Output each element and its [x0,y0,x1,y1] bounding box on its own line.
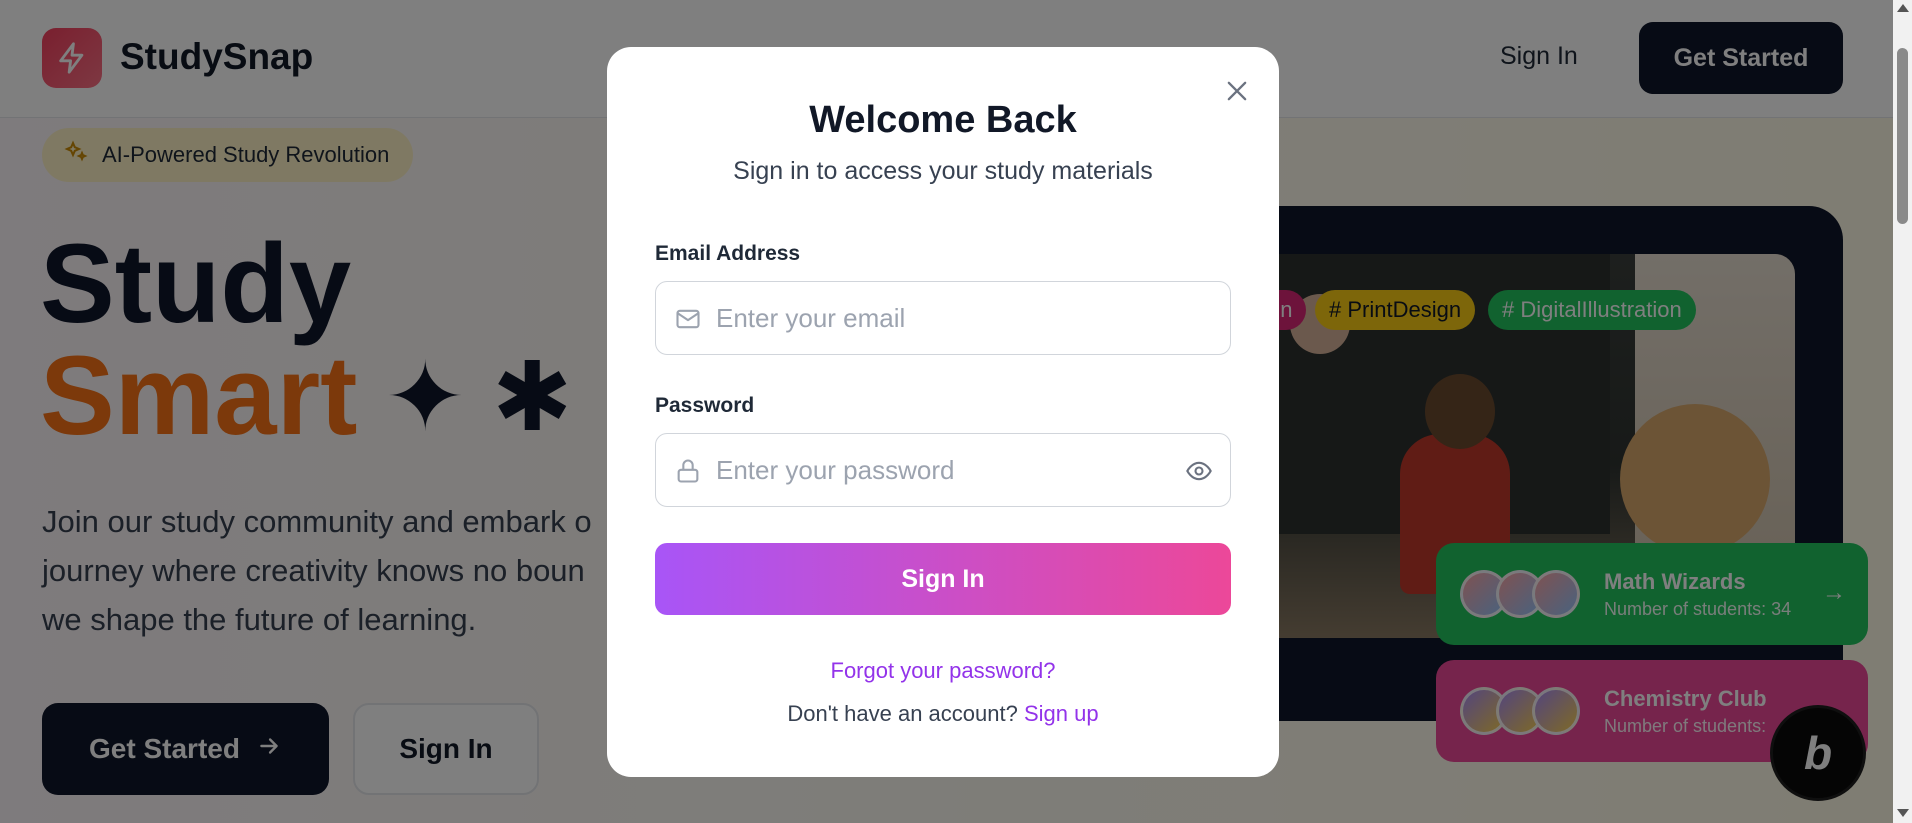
lock-icon [674,457,702,485]
eye-icon[interactable] [1184,457,1214,485]
scroll-up-arrow-icon[interactable] [1897,4,1909,12]
sign-up-link[interactable]: Sign up [1024,701,1099,726]
modal-subtitle: Sign in to access your study materials [733,157,1153,185]
email-label: Email Address [655,242,801,265]
page-scrollbar[interactable] [1893,0,1912,823]
email-field[interactable] [655,281,1231,355]
mail-icon [674,305,702,333]
forgot-password-link[interactable]: Forgot your password? [607,658,1279,684]
scroll-down-arrow-icon[interactable] [1897,809,1909,817]
signup-prompt: Don't have an account? Sign up [607,701,1279,727]
password-field[interactable] [655,433,1231,507]
email-input[interactable] [716,282,1156,354]
signup-prompt-text: Don't have an account? [787,701,1018,726]
scrollbar-thumb[interactable] [1897,48,1908,224]
modal-title: Welcome Back [809,99,1077,141]
sign-in-submit-button[interactable]: Sign In [655,543,1231,615]
sign-in-modal: Welcome Back Sign in to access your stud… [607,47,1279,777]
password-label: Password [655,394,755,417]
password-input[interactable] [716,434,1156,506]
